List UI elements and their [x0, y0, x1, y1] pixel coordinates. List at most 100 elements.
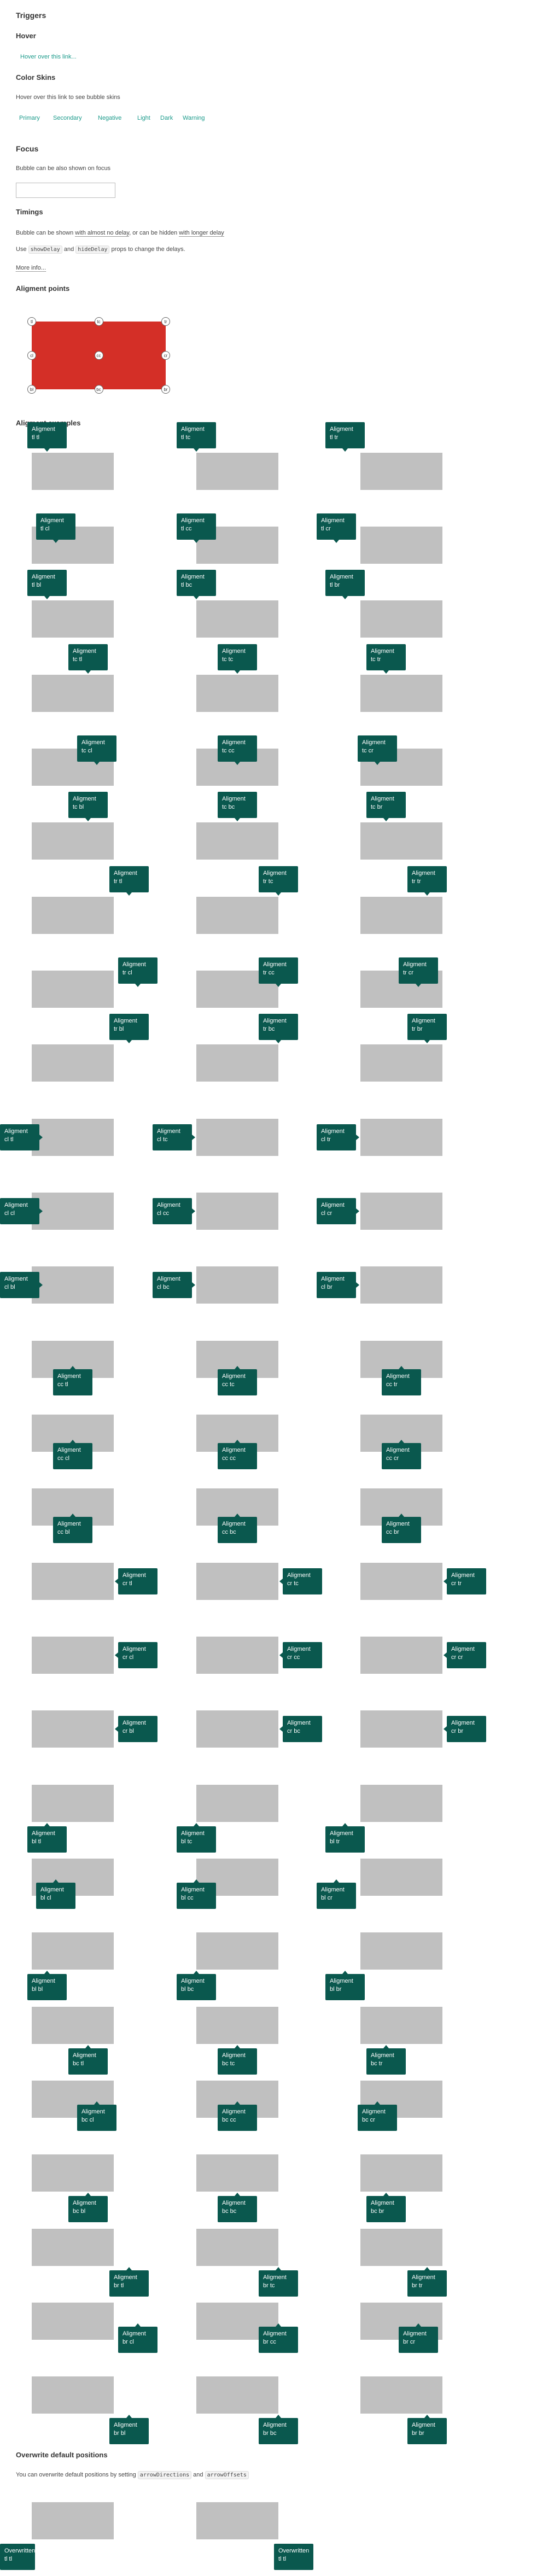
bubble-arrow [356, 1135, 359, 1140]
alignment-target-cl-br[interactable] [360, 1266, 442, 1304]
alignment-target-tc-tl[interactable] [32, 675, 114, 712]
alignment-bubble-label: Aligment [321, 1276, 345, 1282]
alignment-target-cr-bc[interactable] [196, 1710, 278, 1748]
alignment-target-bl-bl[interactable] [32, 1932, 114, 1970]
alignment-point-bl: bl [27, 385, 36, 394]
alignment-target-cl-tr[interactable] [360, 1119, 442, 1156]
skin-link-primary[interactable]: Primary [19, 115, 40, 121]
skin-link-negative[interactable]: Negative [98, 115, 121, 121]
alignment-target-tr-bc[interactable] [196, 1044, 278, 1082]
alignment-target-bl-tr[interactable] [360, 1785, 442, 1822]
alignment-target-tl-bl[interactable] [32, 600, 114, 638]
alignment-bubble-tr-br: Aligment tr br [407, 1014, 447, 1040]
alignment-bubble-label: Aligment [362, 739, 386, 746]
alignment-target-br-tc[interactable] [196, 2229, 278, 2266]
alignment-bubble-label: Aligment [412, 870, 435, 877]
alignment-target-tl-cr[interactable] [360, 527, 442, 564]
long-delay-link[interactable]: with longer delay [179, 230, 224, 237]
alignment-bubble-label: Aligment [330, 426, 353, 433]
alignment-bubble-cc-bl: Aligment cc bl [53, 1517, 92, 1543]
alignment-target-cr-bl[interactable] [32, 1710, 114, 1748]
alignment-target-tc-bl[interactable] [32, 822, 114, 860]
alignment-target-cl-tl[interactable] [32, 1119, 114, 1156]
alignment-target-cr-tc[interactable] [196, 1563, 278, 1600]
alignment-target-cl-tc[interactable] [196, 1119, 278, 1156]
alignment-target-cl-cc[interactable] [196, 1193, 278, 1230]
alignment-target-cr-br[interactable] [360, 1710, 442, 1748]
alignment-target-br-cl[interactable] [32, 2303, 114, 2340]
alignment-bubble-code: br cl [122, 2339, 134, 2345]
alignment-target-br-br[interactable] [360, 2376, 442, 2414]
alignment-target-tr-br[interactable] [360, 1044, 442, 1082]
alignment-target-cl-cl[interactable] [32, 1193, 114, 1230]
alignment-target-bc-bc[interactable] [196, 2154, 278, 2192]
alignment-target-bc-tc[interactable] [196, 2007, 278, 2044]
alignment-bubble-label: Aligment [362, 2108, 386, 2115]
alignment-target-tl-tl[interactable] [32, 453, 114, 490]
alignment-target-cr-cl[interactable] [32, 1637, 114, 1674]
alignment-target-tl-bc[interactable] [196, 600, 278, 638]
alignment-target-cl-cr[interactable] [360, 1193, 442, 1230]
alignment-bubble-label: Aligment [412, 2422, 435, 2428]
alignment-bubble-cr-bl: Aligment cr bl [118, 1716, 158, 1742]
alignment-bubble-code: bc br [371, 2208, 384, 2215]
short-delay-link[interactable]: with almost no delay [75, 230, 130, 237]
alignment-target-cr-cr[interactable] [360, 1637, 442, 1674]
alignment-target-cl-bl[interactable] [32, 1266, 114, 1304]
alignment-bubble-label: Aligment [263, 2422, 287, 2428]
bubble-arrow [416, 2323, 421, 2327]
alignment-target-bl-br[interactable] [360, 1932, 442, 1970]
alignment-target-tc-tr[interactable] [360, 675, 442, 712]
bubble-arrow [85, 818, 91, 821]
alignment-target-bc-bl[interactable] [32, 2154, 114, 2192]
alignment-target-br-bc[interactable] [196, 2376, 278, 2414]
skin-link-warning[interactable]: Warning [183, 115, 205, 121]
alignment-target-tl-tr[interactable] [360, 453, 442, 490]
alignment-target-bl-bc[interactable] [196, 1932, 278, 1970]
bubble-arrow [383, 670, 389, 674]
overwrite-target-2[interactable] [196, 2502, 278, 2539]
alignment-target-bc-br[interactable] [360, 2154, 442, 2192]
focus-input[interactable] [16, 183, 115, 198]
alignment-target-tr-cl[interactable] [32, 971, 114, 1008]
alignment-target-br-tl[interactable] [32, 2229, 114, 2266]
alignment-bubble-tc-bl: Aligment tc bl [68, 792, 108, 818]
alignment-target-cr-cc[interactable] [196, 1637, 278, 1674]
alignment-bubble-code: tc bc [222, 804, 235, 810]
bubble-arrow [126, 2415, 132, 2418]
skin-link-dark[interactable]: Dark [160, 115, 173, 121]
alignment-target-tr-bl[interactable] [32, 1044, 114, 1082]
alignment-target-tc-br[interactable] [360, 822, 442, 860]
alignment-target-tl-br[interactable] [360, 600, 442, 638]
alignment-target-cr-tr[interactable] [360, 1563, 442, 1600]
alignment-target-bl-cr[interactable] [360, 1859, 442, 1896]
alignment-target-bl-tl[interactable] [32, 1785, 114, 1822]
alignment-target-tr-tc[interactable] [196, 897, 278, 934]
alignment-bubble-code: cr tl [122, 1580, 132, 1587]
alignment-target-cl-bc[interactable] [196, 1266, 278, 1304]
alignment-target-tc-tc[interactable] [196, 675, 278, 712]
alignment-target-br-tr[interactable] [360, 2229, 442, 2266]
alignment-point-cc: cc [94, 351, 103, 360]
alignment-target-tc-bc[interactable] [196, 822, 278, 860]
bubble-arrow [424, 1040, 430, 1043]
alignment-target-cr-tl[interactable] [32, 1563, 114, 1600]
more-info-link[interactable]: More info... [16, 265, 46, 272]
bubble-arrow [279, 1579, 283, 1584]
alignment-target-bc-tl[interactable] [32, 2007, 114, 2044]
alignment-target-bl-tc[interactable] [196, 1785, 278, 1822]
alignment-bubble-code: bl br [330, 1986, 342, 1993]
overwrite-target-1[interactable] [32, 2502, 114, 2539]
skin-link-secondary[interactable]: Secondary [53, 115, 82, 121]
alignment-bubble-label: Aligment [32, 1978, 55, 1984]
alignment-target-tr-tl[interactable] [32, 897, 114, 934]
hover-link[interactable]: Hover over this link... [20, 54, 77, 60]
alignment-target-bc-tr[interactable] [360, 2007, 442, 2044]
skin-link-light[interactable]: Light [137, 115, 150, 121]
alignment-target-tl-tc[interactable] [196, 453, 278, 490]
bubble-arrow [375, 762, 380, 765]
bubble-arrow [39, 1208, 43, 1214]
alignment-target-br-bl[interactable] [32, 2376, 114, 2414]
alignment-target-tr-tr[interactable] [360, 897, 442, 934]
bubble-arrow [194, 1971, 199, 1974]
